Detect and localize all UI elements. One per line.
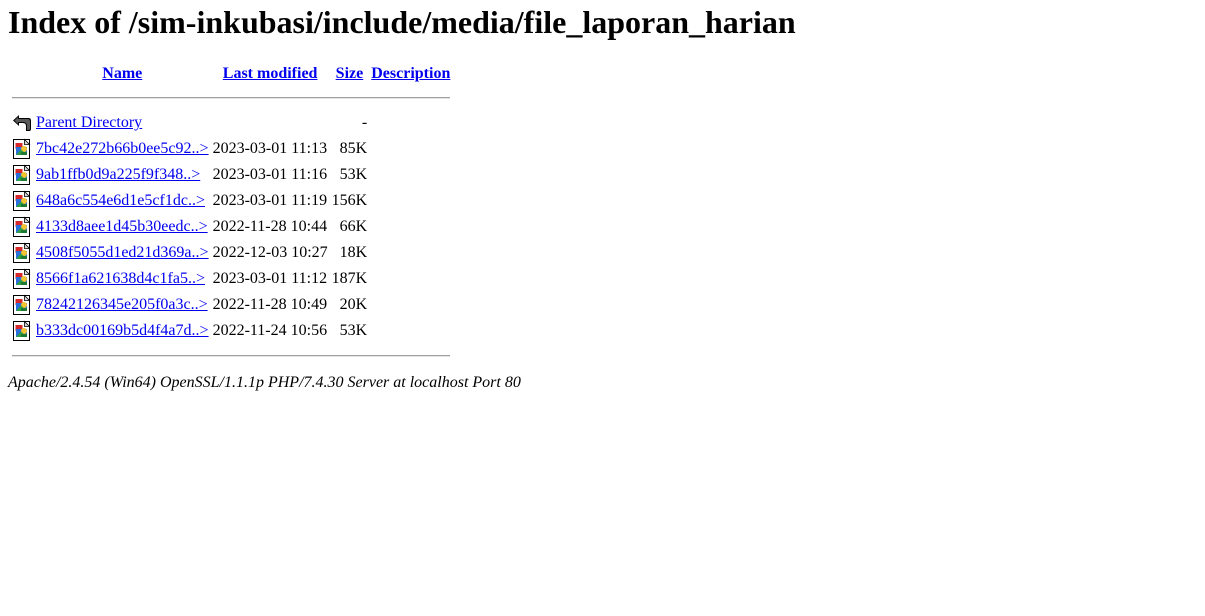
parent-modified-cell — [212, 111, 329, 135]
file-icon-cell — [11, 293, 33, 317]
file-link[interactable]: 648a6c554e6d1e5cf1dc..> — [36, 192, 205, 209]
parent-description-cell — [370, 111, 451, 135]
parent-directory-row: Parent Directory - — [11, 111, 451, 135]
file-description-cell — [370, 189, 451, 213]
file-name-cell: 7bc42e272b66b0ee5c92..> — [35, 137, 210, 161]
footer-divider — [12, 355, 451, 357]
file-size-cell: 187K — [331, 270, 368, 287]
file-size-cell: 18K — [339, 244, 368, 261]
file-link[interactable]: 78242126345e205f0a3c..> — [36, 296, 208, 313]
file-size-cell: 20K — [339, 296, 368, 313]
listing-body: Parent Directory - 7bc42e272b66b0ee5c92.… — [11, 111, 451, 343]
sort-by-description-link[interactable]: Description — [371, 65, 450, 82]
file-modified-cell: 2023-03-01 11:19 — [212, 192, 328, 209]
file-icon-cell — [11, 137, 33, 161]
file-description-cell — [370, 267, 451, 291]
file-icon-cell — [11, 241, 33, 265]
file-name-cell: 9ab1ffb0d9a225f9f348..> — [35, 163, 210, 187]
file-icon-cell — [11, 163, 33, 187]
file-name-cell: 4508f5055d1ed21d369a..> — [35, 241, 210, 265]
file-link[interactable]: 8566f1a621638d4c1fa5..> — [36, 270, 205, 287]
file-modified-cell: 2023-03-01 11:12 — [212, 270, 328, 287]
parent-name-cell: Parent Directory — [35, 111, 210, 135]
file-icon-cell — [11, 319, 33, 343]
file-modified-cell: 2022-12-03 10:27 — [212, 244, 328, 261]
file-description-cell — [370, 319, 451, 343]
file-icon-cell — [11, 189, 33, 213]
header-size: Size — [331, 63, 369, 85]
file-link[interactable]: 4133d8aee1d45b30eedc..> — [36, 218, 208, 235]
file-modified-cell: 2023-03-01 11:16 — [212, 166, 328, 183]
image-file-icon — [12, 242, 32, 264]
file-row: 7bc42e272b66b0ee5c92..> 2023-03-01 11:13 8… — [11, 137, 451, 161]
file-row: 648a6c554e6d1e5cf1dc..> 2023-03-01 11:19 1… — [11, 189, 451, 213]
file-description-cell — [370, 163, 451, 187]
file-link[interactable]: 7bc42e272b66b0ee5c92..> — [36, 140, 209, 157]
file-size-cell: 53K — [339, 322, 368, 339]
file-link[interactable]: b333dc00169b5d4f4a7d..> — [36, 322, 209, 339]
file-row: 8566f1a621638d4c1fa5..> 2023-03-01 11:12 1… — [11, 267, 451, 291]
header-divider — [12, 97, 451, 99]
header-name: Name — [35, 63, 210, 85]
file-row: 4133d8aee1d45b30eedc..> 2022-11-28 10:44 6… — [11, 215, 451, 239]
footer-separator-row — [11, 345, 451, 367]
sort-by-size-link[interactable]: Size — [336, 65, 364, 82]
file-name-cell: 648a6c554e6d1e5cf1dc..> — [35, 189, 210, 213]
file-modified-cell: 2022-11-28 10:44 — [212, 218, 328, 235]
header-separator-row — [11, 87, 451, 109]
file-row: b333dc00169b5d4f4a7d..> 2022-11-24 10:56 5… — [11, 319, 451, 343]
file-modified-cell: 2022-11-24 10:56 — [212, 322, 328, 339]
table-footer — [11, 345, 451, 367]
image-file-icon — [12, 320, 32, 342]
file-row: 9ab1ffb0d9a225f9f348..> 2023-03-01 11:16 5… — [11, 163, 451, 187]
sort-by-last-modified-link[interactable]: Last modified — [223, 65, 318, 82]
image-file-icon — [12, 216, 32, 238]
file-name-cell: 8566f1a621638d4c1fa5..> — [35, 267, 210, 291]
header-description: Description — [370, 63, 451, 85]
image-file-icon — [12, 190, 32, 212]
parent-directory-link[interactable]: Parent Directory — [36, 114, 142, 131]
image-file-icon — [12, 138, 32, 160]
file-row: 78242126345e205f0a3c..> 2022-11-28 10:49 2… — [11, 293, 451, 317]
header-icon-column — [11, 63, 33, 85]
file-icon-cell — [11, 267, 33, 291]
image-file-icon — [12, 164, 32, 186]
table-header: Name Last modified Size Description — [11, 63, 451, 109]
file-size-cell: 156K — [331, 192, 368, 209]
directory-listing-page: Index of /sim-inkubasi/include/media/fil… — [0, 0, 1205, 393]
server-signature: Apache/2.4.54 (Win64) OpenSSL/1.1.1p PHP… — [8, 374, 521, 391]
file-link[interactable]: 9ab1ffb0d9a225f9f348..> — [36, 166, 200, 183]
file-link[interactable]: 4508f5055d1ed21d369a..> — [36, 244, 209, 261]
page-title: Index of /sim-inkubasi/include/media/fil… — [8, 4, 796, 40]
file-icon-cell — [11, 215, 33, 239]
file-name-cell: 78242126345e205f0a3c..> — [35, 293, 210, 317]
image-file-icon — [12, 294, 32, 316]
file-modified-cell: 2023-03-01 11:13 — [212, 140, 328, 157]
file-name-cell: 4133d8aee1d45b30eedc..> — [35, 215, 210, 239]
file-size-cell: 66K — [339, 218, 368, 235]
sort-by-name-link[interactable]: Name — [102, 65, 142, 82]
file-modified-cell: 2022-11-28 10:49 — [212, 296, 328, 313]
file-listing-table: Name Last modified Size Description Pare… — [9, 61, 453, 369]
header-row: Name Last modified Size Description — [11, 63, 451, 85]
file-size-cell: 53K — [339, 166, 368, 183]
file-description-cell — [370, 215, 451, 239]
parent-icon-cell — [11, 111, 33, 135]
file-name-cell: b333dc00169b5d4f4a7d..> — [35, 319, 210, 343]
file-description-cell — [370, 241, 451, 265]
file-row: 4508f5055d1ed21d369a..> 2022-12-03 10:27 1… — [11, 241, 451, 265]
parent-size-cell: - — [361, 114, 368, 131]
header-last-modified: Last modified — [212, 63, 329, 85]
back-arrow-icon — [12, 112, 32, 134]
file-size-cell: 85K — [339, 140, 368, 157]
file-description-cell — [370, 293, 451, 317]
image-file-icon — [12, 268, 32, 290]
file-description-cell — [370, 137, 451, 161]
